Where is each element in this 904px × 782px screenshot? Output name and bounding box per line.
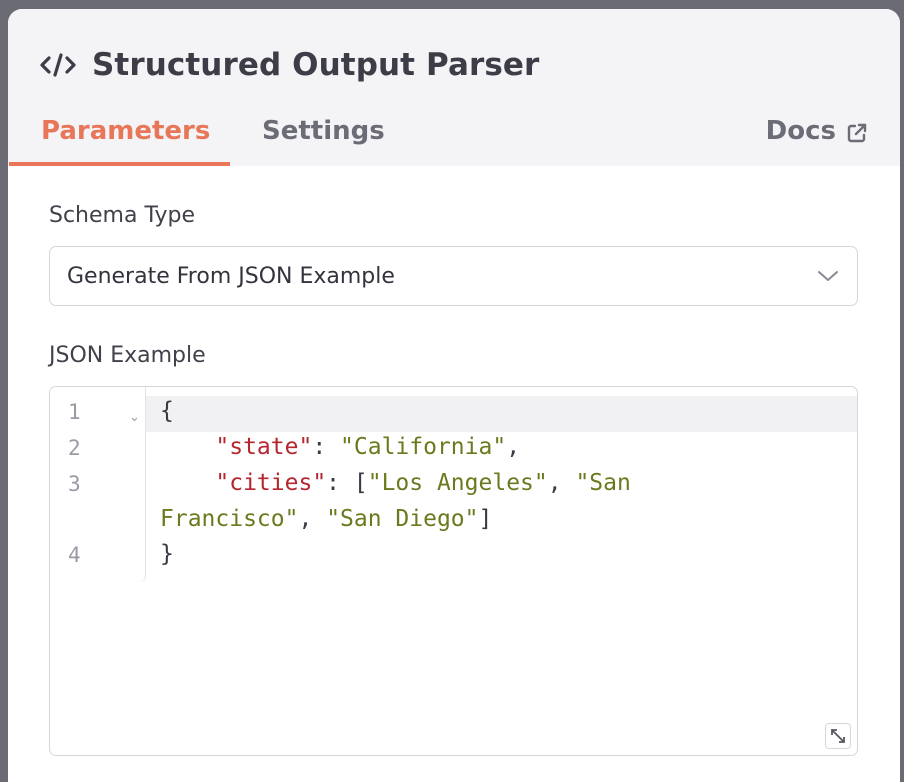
schema-type-select[interactable]: Generate From JSON Example — [49, 246, 858, 306]
line-number: 2 — [68, 436, 81, 460]
panel-title: Structured Output Parser — [92, 47, 540, 83]
json-code-editor[interactable]: 1 ⌄ 2 3 4 { "state": "California", "citi… — [49, 386, 858, 756]
json-string: "Los Angeles" — [367, 470, 548, 496]
line-number: 3 — [68, 472, 81, 496]
json-string: "California" — [340, 434, 507, 460]
docs-label: Docs — [765, 116, 836, 146]
code-line: { — [160, 398, 174, 424]
code-line: } — [160, 541, 174, 567]
schema-type-value: Generate From JSON Example — [67, 263, 395, 289]
active-tab-indicator — [9, 162, 230, 166]
line-number: 4 — [68, 543, 81, 567]
fold-chevron-icon[interactable]: ⌄ — [129, 409, 140, 425]
panel-header: Structured Output Parser Parameters Sett… — [8, 9, 900, 166]
expand-icon — [831, 729, 845, 743]
resize-handle[interactable] — [825, 723, 851, 749]
docs-link[interactable]: Docs — [766, 116, 868, 146]
json-key: "cities" — [215, 470, 327, 496]
code-line: "cities": ["Los Angeles", "San — [215, 470, 631, 496]
json-string: "San — [575, 470, 631, 496]
schema-type-label: Schema Type — [49, 203, 195, 228]
code-line-wrapped: Francisco", "San Diego"] — [160, 506, 493, 532]
chevron-down-icon — [818, 271, 838, 281]
code-icon — [40, 53, 76, 77]
tab-settings[interactable]: Settings — [262, 116, 385, 146]
tab-parameters[interactable]: Parameters — [41, 116, 210, 146]
title-row: Structured Output Parser — [40, 47, 539, 83]
code-line: "state": "California", — [215, 434, 521, 460]
external-link-icon — [847, 123, 867, 143]
node-settings-panel: Structured Output Parser Parameters Sett… — [8, 9, 900, 782]
json-string: Francisco" — [160, 506, 299, 532]
line-number: 1 — [68, 400, 81, 424]
json-example-label: JSON Example — [49, 343, 206, 368]
json-string: "San Diego" — [326, 506, 479, 532]
json-key: "state" — [215, 434, 313, 460]
